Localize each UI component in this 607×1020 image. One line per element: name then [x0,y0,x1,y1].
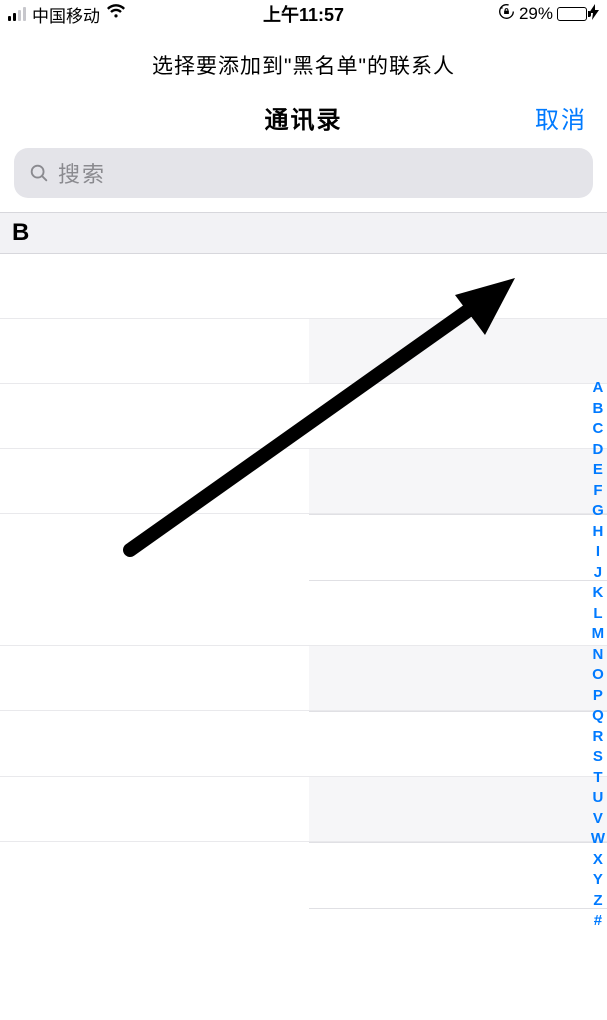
list-item[interactable] [0,909,607,974]
page-subtitle: 选择要添加到"黑名单"的联系人 [0,28,607,98]
clock: 上午11:57 [263,1,344,27]
search-input[interactable]: 搜索 [14,148,593,198]
list-item[interactable] [0,712,607,777]
status-right: 29% [498,3,599,25]
list-item[interactable] [0,384,607,449]
list-item[interactable] [0,646,607,711]
search-icon [28,162,50,184]
search-placeholder: 搜索 [58,157,106,189]
status-bar: 中国移动 上午11:57 29% [0,0,607,28]
index-letter[interactable]: L [593,604,602,625]
index-letter[interactable]: N [592,645,603,666]
index-letter[interactable]: Y [593,870,603,891]
index-letter[interactable]: G [592,501,604,522]
alpha-index[interactable]: ABCDEFGHIJKLMNOPQRSTUVWXYZ# [591,378,605,932]
section-header: B [0,212,607,254]
index-letter[interactable]: X [593,850,603,871]
index-letter[interactable]: O [592,665,604,686]
index-letter[interactable]: M [592,624,605,645]
index-letter[interactable]: V [593,809,603,830]
cancel-button[interactable]: 取消 [535,100,587,135]
nav-title: 通讯录 [265,100,343,135]
index-letter[interactable]: W [591,829,605,850]
status-left: 中国移动 [8,2,126,27]
contacts-list[interactable] [0,254,607,974]
search-container: 搜索 [0,136,607,212]
list-item[interactable] [0,449,607,514]
index-letter[interactable]: T [593,768,602,789]
index-letter[interactable]: B [592,399,603,420]
list-item[interactable] [0,515,607,580]
index-letter[interactable]: C [592,419,603,440]
battery-percent: 29% [519,4,553,24]
index-letter[interactable]: I [596,542,600,563]
index-letter[interactable]: K [592,583,603,604]
list-item[interactable] [0,777,607,842]
wifi-icon [106,4,126,24]
index-letter[interactable]: Q [592,706,604,727]
index-letter[interactable]: U [592,788,603,809]
index-letter[interactable]: A [592,378,603,399]
signal-icon [8,7,26,21]
list-item[interactable] [0,843,607,908]
battery-icon [557,4,599,24]
index-letter[interactable]: D [592,440,603,461]
index-letter[interactable]: J [594,563,602,584]
index-letter[interactable]: P [593,686,603,707]
index-letter[interactable]: H [592,522,603,543]
list-item[interactable] [0,254,607,319]
carrier-label: 中国移动 [32,2,100,27]
list-item[interactable] [0,319,607,384]
index-letter[interactable]: F [593,481,602,502]
nav-bar: 通讯录 取消 [0,98,607,136]
rotation-lock-icon [498,3,515,25]
index-letter[interactable]: # [594,911,602,932]
index-letter[interactable]: S [593,747,603,768]
index-letter[interactable]: E [593,460,603,481]
index-letter[interactable]: R [592,727,603,748]
index-letter[interactable]: Z [593,891,602,912]
list-item[interactable] [0,581,607,646]
